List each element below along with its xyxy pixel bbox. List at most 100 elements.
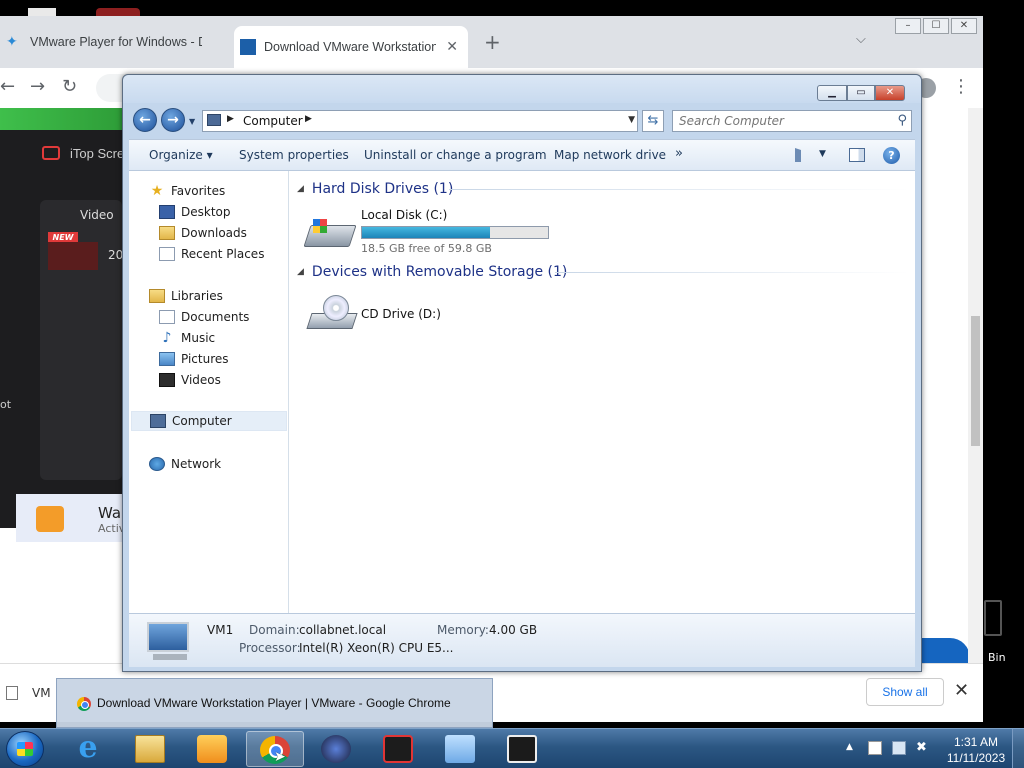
help-icon[interactable]: ? [883,147,900,164]
forward-button[interactable]: → [161,108,185,132]
system-properties-button[interactable]: System properties [239,148,349,162]
minimize-button[interactable]: ▁ [817,85,847,101]
nav-libraries[interactable]: Libraries [149,286,223,306]
taskbar-file-explorer[interactable] [122,731,180,767]
recent-pages-dropdown[interactable]: ▼ [189,117,195,126]
nav-label: Videos [181,373,221,387]
video-thumbnail[interactable] [48,242,98,270]
nav-label: Desktop [181,205,231,219]
drive-name-d[interactable]: CD Drive (D:) [361,307,441,321]
collapse-triangle-icon[interactable]: ◢ [297,267,304,277]
network-tool-icon [445,735,475,763]
taskbar-app[interactable] [308,731,366,767]
group-header-hard-disks[interactable]: ◢ Hard Disk Drives (1) [297,180,453,198]
nav-downloads[interactable]: Downloads [159,223,247,243]
nav-label: Recent Places [181,247,265,261]
nav-label: Music [181,331,216,345]
close-button[interactable]: ✕ [875,85,905,101]
back-button[interactable]: ← [133,108,157,132]
domain-label: Domain: [249,623,300,637]
computer-icon [150,414,166,428]
taskbar-internet-explorer[interactable]: e [60,731,118,767]
nav-pictures[interactable]: Pictures [159,349,229,369]
show-all-button[interactable]: Show all [866,678,944,706]
close-button[interactable]: ✕ [951,18,977,34]
map-network-drive-button[interactable]: Map network drive [554,148,666,162]
search-input[interactable] [679,113,879,129]
itop-recorder-icon [42,146,60,160]
change-view-icon[interactable] [795,148,811,162]
taskbar-media-player[interactable] [184,731,242,767]
clock-time[interactable]: 1:31 AM [946,735,1006,749]
tab-download-vmware[interactable]: Download VMware Workstation ✕ [234,26,468,68]
minimize-button[interactable]: – [895,18,921,34]
address-bar[interactable]: ▶ Computer ▶ ▼ [202,110,638,132]
tab-title: VMware Player for Windows - Do [30,35,202,49]
downloads-bar-close-icon[interactable]: ✕ [954,680,969,701]
itop-app-name: iTop Scre [70,146,125,161]
maximize-button[interactable]: ▭ [847,85,875,101]
download-file-name[interactable]: VM [32,686,51,700]
nav-favorites[interactable]: ★ Favorites [149,181,226,201]
nav-videos[interactable]: Videos [159,370,221,390]
breadcrumb-arrow-icon[interactable]: ▶ [227,114,234,124]
address-history-dropdown[interactable]: ▼ [628,115,635,125]
processor-value: Intel(R) Xeon(R) CPU E5... [299,641,454,655]
cd-drive-icon[interactable] [306,295,358,329]
taskbar-thumbnail-preview[interactable]: Download VMware Workstation Player | VMw… [56,678,493,728]
desktop-icon-fragment [96,8,140,16]
show-desktop-button[interactable] [1012,729,1024,768]
action-center-flag-icon[interactable] [868,741,882,755]
nav-music[interactable]: ♪ Music [159,328,216,348]
address-row: ← → ▼ ▶ Computer ▶ ▼ ⇆ ⚲ [123,103,921,137]
scrollbar-thumb[interactable] [971,316,980,446]
clock-date[interactable]: 11/11/2023 [940,751,1012,765]
hard-disk-icon[interactable] [303,215,357,249]
back-button[interactable]: ← [0,76,15,97]
forward-button[interactable]: → [30,76,45,97]
search-box[interactable]: ⚲ [672,110,912,132]
navigation-pane: ★ Favorites Desktop Downloads Recent Pla… [129,171,289,613]
taskbar-network-tool[interactable] [432,731,490,767]
volume-muted-icon[interactable]: ✖ [916,741,930,755]
network-tray-icon[interactable] [892,741,906,755]
taskbar-itop-recorder[interactable] [370,731,428,767]
show-hidden-icons-button[interactable]: ▲ [846,742,853,752]
nav-desktop[interactable]: Desktop [159,202,231,222]
hard-disk-body [303,225,357,247]
organize-button[interactable]: Organize ▾ [149,148,213,162]
preview-pane-icon[interactable] [849,148,865,162]
vmware-icon: ✦ [6,34,18,50]
chrome-menu-button[interactable]: ⋮ [952,76,970,97]
page-header-bar [0,108,122,130]
tab-close-icon[interactable]: ✕ [446,39,458,55]
reload-button[interactable]: ↻ [62,76,77,97]
refresh-button[interactable]: ⇆ [642,110,664,132]
tab-vmware-player[interactable]: ✦ VMware Player for Windows - Do [0,26,230,58]
computer-name: VM1 [207,623,234,637]
nav-documents[interactable]: Documents [159,307,249,327]
view-options-dropdown[interactable]: ▼ [819,149,826,159]
nav-recent-places[interactable]: Recent Places [159,244,264,264]
uninstall-program-button[interactable]: Uninstall or change a program [364,148,547,162]
more-commands-button[interactable]: » [675,146,683,161]
search-icon[interactable]: ⚲ [897,113,907,128]
nav-network[interactable]: Network [149,454,221,474]
taskbar-tiles-app[interactable] [494,731,552,767]
drive-name-c[interactable]: Local Disk (C:) [361,208,447,222]
new-tab-button[interactable]: + [484,30,501,54]
group-header-removable[interactable]: ◢ Devices with Removable Storage (1) [297,263,567,281]
group-title: Devices with Removable Storage (1) [311,264,568,280]
breadcrumb-arrow-icon[interactable]: ▶ [305,114,312,124]
page-scrollbar[interactable] [968,108,983,722]
explorer-title-bar[interactable]: ▁ ▭ ✕ [123,75,921,103]
recent-places-icon [159,247,175,261]
recycle-bin-icon[interactable] [984,600,1002,636]
vmware-icon [240,39,256,55]
nav-computer[interactable]: Computer [131,411,287,431]
collapse-triangle-icon[interactable]: ◢ [297,184,304,194]
tab-search-button[interactable]: ⌵ [856,32,866,47]
breadcrumb-computer[interactable]: Computer [243,114,303,128]
explorer-window: ▁ ▭ ✕ ← → ▼ ▶ Computer ▶ ▼ ⇆ ⚲ Organize … [122,74,922,672]
maximize-button[interactable]: ☐ [923,18,949,34]
